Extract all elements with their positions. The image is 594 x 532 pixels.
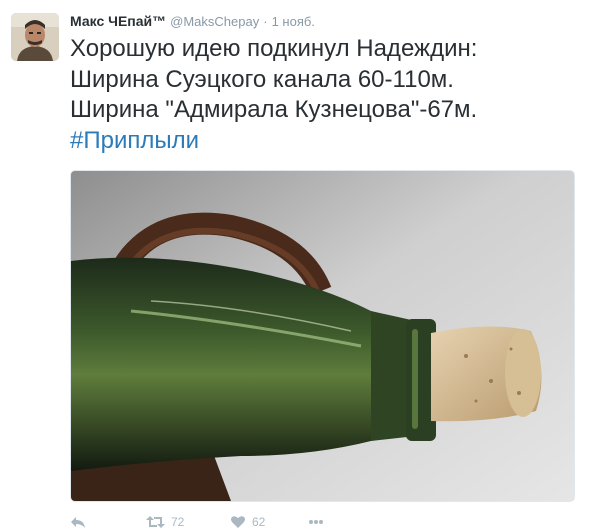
more-icon [309, 520, 323, 524]
retweet-icon [146, 516, 165, 528]
like-count: 62 [252, 515, 266, 529]
like-button[interactable]: 62 [230, 515, 308, 529]
more-button[interactable] [308, 519, 324, 525]
tweet-photo[interactable] [70, 170, 575, 502]
author-username[interactable]: @MaksChepay [170, 14, 259, 29]
tweet-header: Макс ЧЕпай™ @MaksChepay · 1 нояб. [70, 13, 315, 31]
heart-icon [231, 516, 245, 528]
tweet-text-line: Ширина "Адмирала Кузнецова"-67м. [70, 96, 478, 123]
wine-bottle-photo [71, 171, 574, 501]
header-separator: · [263, 14, 268, 29]
retweet-button[interactable]: 72 [146, 515, 230, 529]
avatar-image [11, 13, 59, 61]
reply-icon [71, 517, 85, 528]
tweet-timestamp[interactable]: 1 нояб. [272, 14, 315, 29]
author-fullname[interactable]: Макс ЧЕпай™ [70, 13, 166, 29]
tweet: Макс ЧЕпай™ @MaksChepay · 1 нояб. Хорошу… [0, 0, 594, 531]
reply-button[interactable] [70, 515, 146, 529]
retweet-count: 72 [171, 515, 185, 529]
avatar[interactable] [11, 13, 59, 61]
hashtag-link[interactable]: #Приплыли [70, 127, 199, 154]
tweet-actions: 72 62 [70, 512, 324, 532]
tweet-text-line: Ширина Суэцкого канала 60-110м. [70, 65, 454, 93]
tweet-text: Хорошую идею подкинул Надеждин: Ширина С… [70, 34, 580, 156]
tweet-text-line: Хорошую идею подкинул Надеждин: [70, 35, 478, 62]
